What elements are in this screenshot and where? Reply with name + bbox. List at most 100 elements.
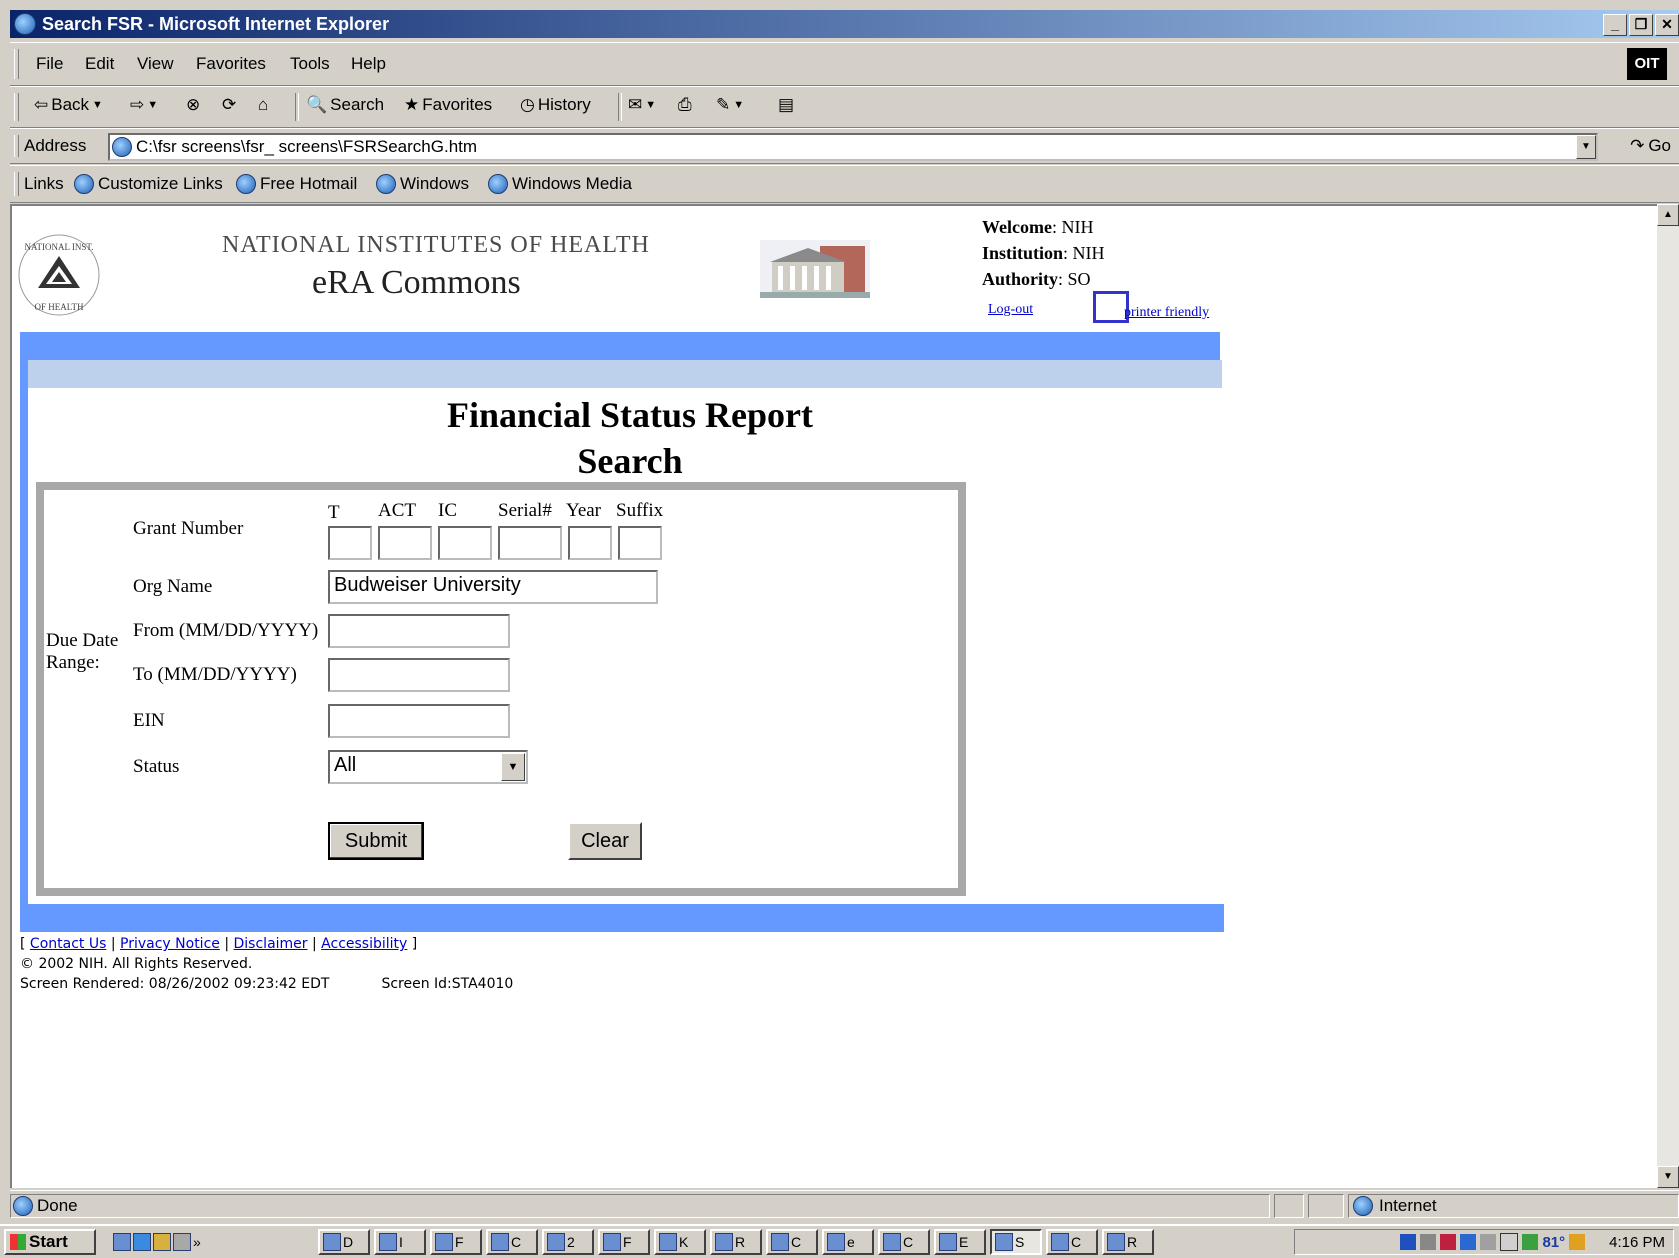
go-button[interactable]: ↷ Go (1630, 136, 1671, 156)
toolbar-grip[interactable] (14, 172, 19, 196)
chevron-down-icon[interactable]: ▼ (92, 99, 103, 111)
logout-link[interactable]: Log-out (988, 302, 1033, 318)
link-windows-media[interactable]: Windows Media (488, 174, 632, 194)
grant-serial-input[interactable] (498, 526, 562, 560)
chevron-down-icon[interactable]: ▼ (733, 99, 744, 111)
window-title-bar[interactable]: Search FSR - Microsoft Internet Explorer… (10, 10, 1679, 38)
taskbar-task[interactable]: C (1046, 1229, 1098, 1255)
page-title-line1: Financial Status Report (446, 395, 813, 435)
taskbar-task[interactable]: 2 (542, 1229, 594, 1255)
to-date-input[interactable] (328, 658, 510, 692)
status-select[interactable]: All ▼ (328, 750, 528, 784)
address-label: Address (24, 136, 87, 155)
taskbar-task[interactable]: K (654, 1229, 706, 1255)
taskbar-task[interactable]: R (1102, 1229, 1154, 1255)
link-customize-links[interactable]: Customize Links (74, 174, 223, 194)
contact-us-link[interactable]: Contact Us (30, 936, 106, 952)
back-button[interactable]: ⇦ Back ▼ (34, 95, 103, 115)
grant-ic-input[interactable] (438, 526, 492, 560)
print-button[interactable]: ⎙ (678, 95, 692, 115)
grant-suffix-input[interactable] (618, 526, 662, 560)
maximize-button[interactable]: ❐ (1629, 14, 1653, 36)
taskbar-task[interactable]: e (822, 1229, 874, 1255)
windows-logo-icon (10, 1234, 26, 1250)
privacy-notice-link[interactable]: Privacy Notice (120, 936, 220, 952)
taskbar-task[interactable]: C (486, 1229, 538, 1255)
forward-button[interactable]: ⇨ ▼ (130, 95, 158, 115)
edit-button[interactable]: ✎ ▼ (716, 95, 744, 115)
taskbar-task[interactable]: F (598, 1229, 650, 1255)
quick-launch-icon[interactable] (173, 1233, 191, 1251)
antivirus-icon[interactable] (1440, 1234, 1457, 1250)
ein-input[interactable] (328, 704, 510, 738)
quick-launch-icon[interactable] (153, 1233, 171, 1251)
menu-file[interactable]: File (36, 54, 63, 74)
menu-edit[interactable]: Edit (85, 54, 114, 74)
clear-button[interactable]: Clear (568, 822, 642, 860)
grant-activity-input[interactable] (378, 526, 432, 560)
from-date-input[interactable] (328, 614, 510, 648)
quick-launch-icon[interactable] (133, 1233, 151, 1251)
history-button[interactable]: ◷ History (520, 95, 591, 115)
chevron-down-icon[interactable]: ▼ (147, 99, 158, 111)
menu-tools[interactable]: Tools (290, 54, 330, 74)
clock[interactable]: 4:16 PM (1609, 1234, 1665, 1251)
discuss-button[interactable]: ▤ (778, 95, 794, 115)
stop-button[interactable]: ⊗ (186, 95, 200, 115)
status-label: Status (133, 756, 180, 777)
chevron-down-icon[interactable]: ▼ (645, 99, 656, 111)
chevron-down-icon[interactable]: ▼ (501, 753, 525, 781)
weather-icon[interactable] (1522, 1234, 1539, 1250)
taskbar-task-active[interactable]: S (990, 1229, 1042, 1255)
taskbar-task[interactable]: D (318, 1229, 370, 1255)
search-button[interactable]: 🔍 Search (306, 95, 384, 115)
refresh-button[interactable]: ⟳ (222, 95, 236, 115)
network-icon[interactable] (1400, 1234, 1417, 1250)
toolbar-grip[interactable] (14, 93, 19, 121)
taskbar-task[interactable]: E (934, 1229, 986, 1255)
accessibility-link[interactable]: Accessibility (321, 936, 407, 952)
task-icon (379, 1233, 397, 1251)
menu-help[interactable]: Help (351, 54, 386, 74)
keyboard-icon[interactable] (1480, 1234, 1497, 1250)
toolbar-grip[interactable] (14, 135, 19, 157)
taskbar-task[interactable]: C (766, 1229, 818, 1255)
minimize-button[interactable]: _ (1603, 14, 1627, 36)
grant-type-input[interactable] (328, 526, 372, 560)
link-free-hotmail[interactable]: Free Hotmail (236, 174, 357, 194)
taskbar-task[interactable]: C (878, 1229, 930, 1255)
submit-button[interactable]: Submit (328, 822, 424, 860)
home-button[interactable]: ⌂ (258, 95, 268, 115)
scroll-down-button[interactable]: ▼ (1657, 1166, 1679, 1188)
calendar-icon[interactable] (1500, 1233, 1519, 1251)
favorites-button[interactable]: ★ Favorites (404, 95, 492, 115)
printer-friendly-link[interactable]: printer friendly (1124, 305, 1209, 321)
menu-favorites[interactable]: Favorites (196, 54, 266, 74)
tray-app-icon[interactable] (1569, 1234, 1586, 1250)
grant-year-input[interactable] (568, 526, 612, 560)
scroll-up-button[interactable]: ▲ (1657, 204, 1679, 226)
volume-icon[interactable] (1420, 1234, 1437, 1250)
vertical-scrollbar[interactable]: ▲ ▼ (1657, 204, 1679, 1188)
quick-launch-icon[interactable] (113, 1233, 131, 1251)
disclaimer-link[interactable]: Disclaimer (234, 936, 308, 952)
address-dropdown-button[interactable]: ▼ (1576, 135, 1596, 159)
taskbar: Start » D I F C 2 F K R C e C E S C R 81… (0, 1224, 1679, 1258)
taskbar-task[interactable]: I (374, 1229, 426, 1255)
page-icon (13, 1196, 33, 1216)
taskbar-task[interactable]: F (430, 1229, 482, 1255)
org-name-input[interactable]: Budweiser University (328, 570, 658, 604)
tray-app-icon[interactable] (1460, 1234, 1477, 1250)
task-label: S (1015, 1234, 1025, 1250)
mail-button[interactable]: ✉ ▼ (628, 95, 656, 115)
grant-number-label: Grant Number (133, 518, 244, 539)
link-windows[interactable]: Windows (376, 174, 469, 194)
address-input[interactable]: C:\fsr screens\fsr_ screens\FSRSearchG.h… (108, 133, 1598, 161)
taskbar-task[interactable]: R (710, 1229, 762, 1255)
toolbar-grip[interactable] (14, 49, 19, 79)
page-title: Financial Status Report Search (380, 392, 880, 484)
menu-view[interactable]: View (137, 54, 174, 74)
close-button[interactable]: ✕ (1655, 14, 1679, 36)
start-button[interactable]: Start (4, 1229, 96, 1255)
quick-launch-more[interactable]: » (193, 1234, 201, 1250)
